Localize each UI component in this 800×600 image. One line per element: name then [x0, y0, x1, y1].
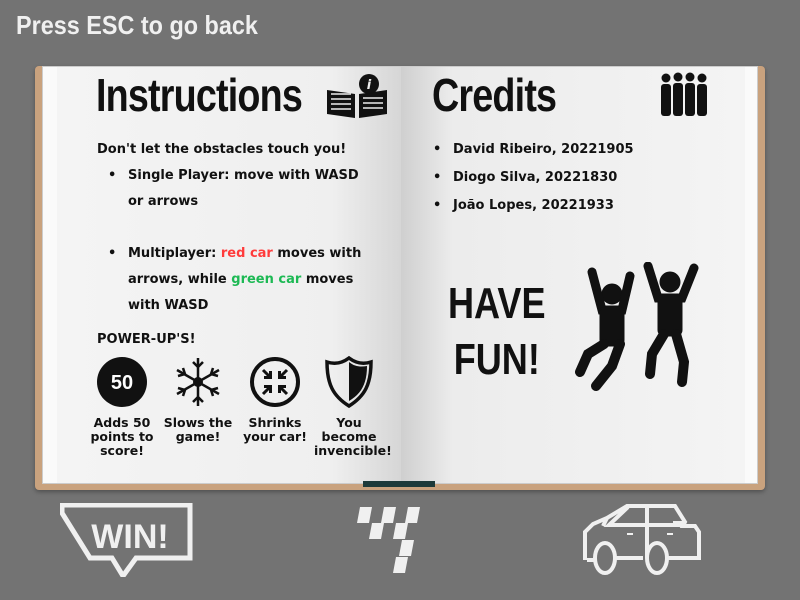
credits-title: Credits: [432, 69, 557, 121]
green-car-text: green car: [231, 272, 302, 287]
back-hint: Press ESC to go back: [16, 10, 258, 40]
red-car-text: red car: [220, 246, 273, 261]
author-item: David Ribeiro, 20221905: [433, 137, 633, 163]
fun-text: FUN!: [453, 335, 540, 384]
snowflake-icon: [176, 358, 220, 406]
powerup-slow: Slows the game!: [163, 356, 233, 444]
powerup-points: 50 Adds 50 points to score!: [87, 356, 157, 458]
svg-text:i: i: [367, 78, 372, 93]
author-item: João Lopes, 20221933: [433, 193, 614, 219]
car-icon: [583, 504, 701, 575]
book-ribbon: [363, 481, 435, 487]
powerup-shield: You become invencible!: [314, 356, 392, 458]
svg-text:WIN!: WIN!: [91, 518, 168, 556]
group-people-icon: [661, 72, 707, 116]
shrink-icon: [250, 357, 300, 407]
multi-prefix: Multiplayer:: [128, 246, 221, 261]
have-text: HAVE: [448, 279, 546, 328]
powerup-label: Adds 50 points to score!: [90, 415, 154, 458]
jumping-people-icon: [575, 262, 699, 391]
have-fun-text: HAVE FUN!: [448, 276, 546, 388]
checkered-flag-icon: [357, 507, 420, 573]
powerup-label: Shrinks your car!: [243, 415, 307, 444]
svg-text:50: 50: [111, 372, 133, 394]
intro-text: Don't let the obstacles touch you!: [97, 142, 347, 157]
powerup-label: You become invencible!: [314, 415, 392, 458]
powerups-title: POWER-UP'S!: [97, 332, 196, 347]
fifty-points-icon: 50: [97, 357, 147, 407]
shield-icon: [325, 356, 373, 408]
win-badge-icon: WIN!: [60, 503, 193, 577]
single-player-item: Single Player: move with WASD or arrows: [108, 163, 378, 215]
author-item: Diogo Silva, 20221830: [433, 165, 617, 191]
info-book-icon: i: [327, 74, 387, 118]
powerup-label: Slows the game!: [163, 415, 233, 444]
instructions-title: Instructions: [96, 69, 303, 121]
multiplayer-item: Multiplayer: red car moves with arrows, …: [108, 241, 378, 319]
powerup-shrink: Shrinks your car!: [240, 356, 310, 444]
